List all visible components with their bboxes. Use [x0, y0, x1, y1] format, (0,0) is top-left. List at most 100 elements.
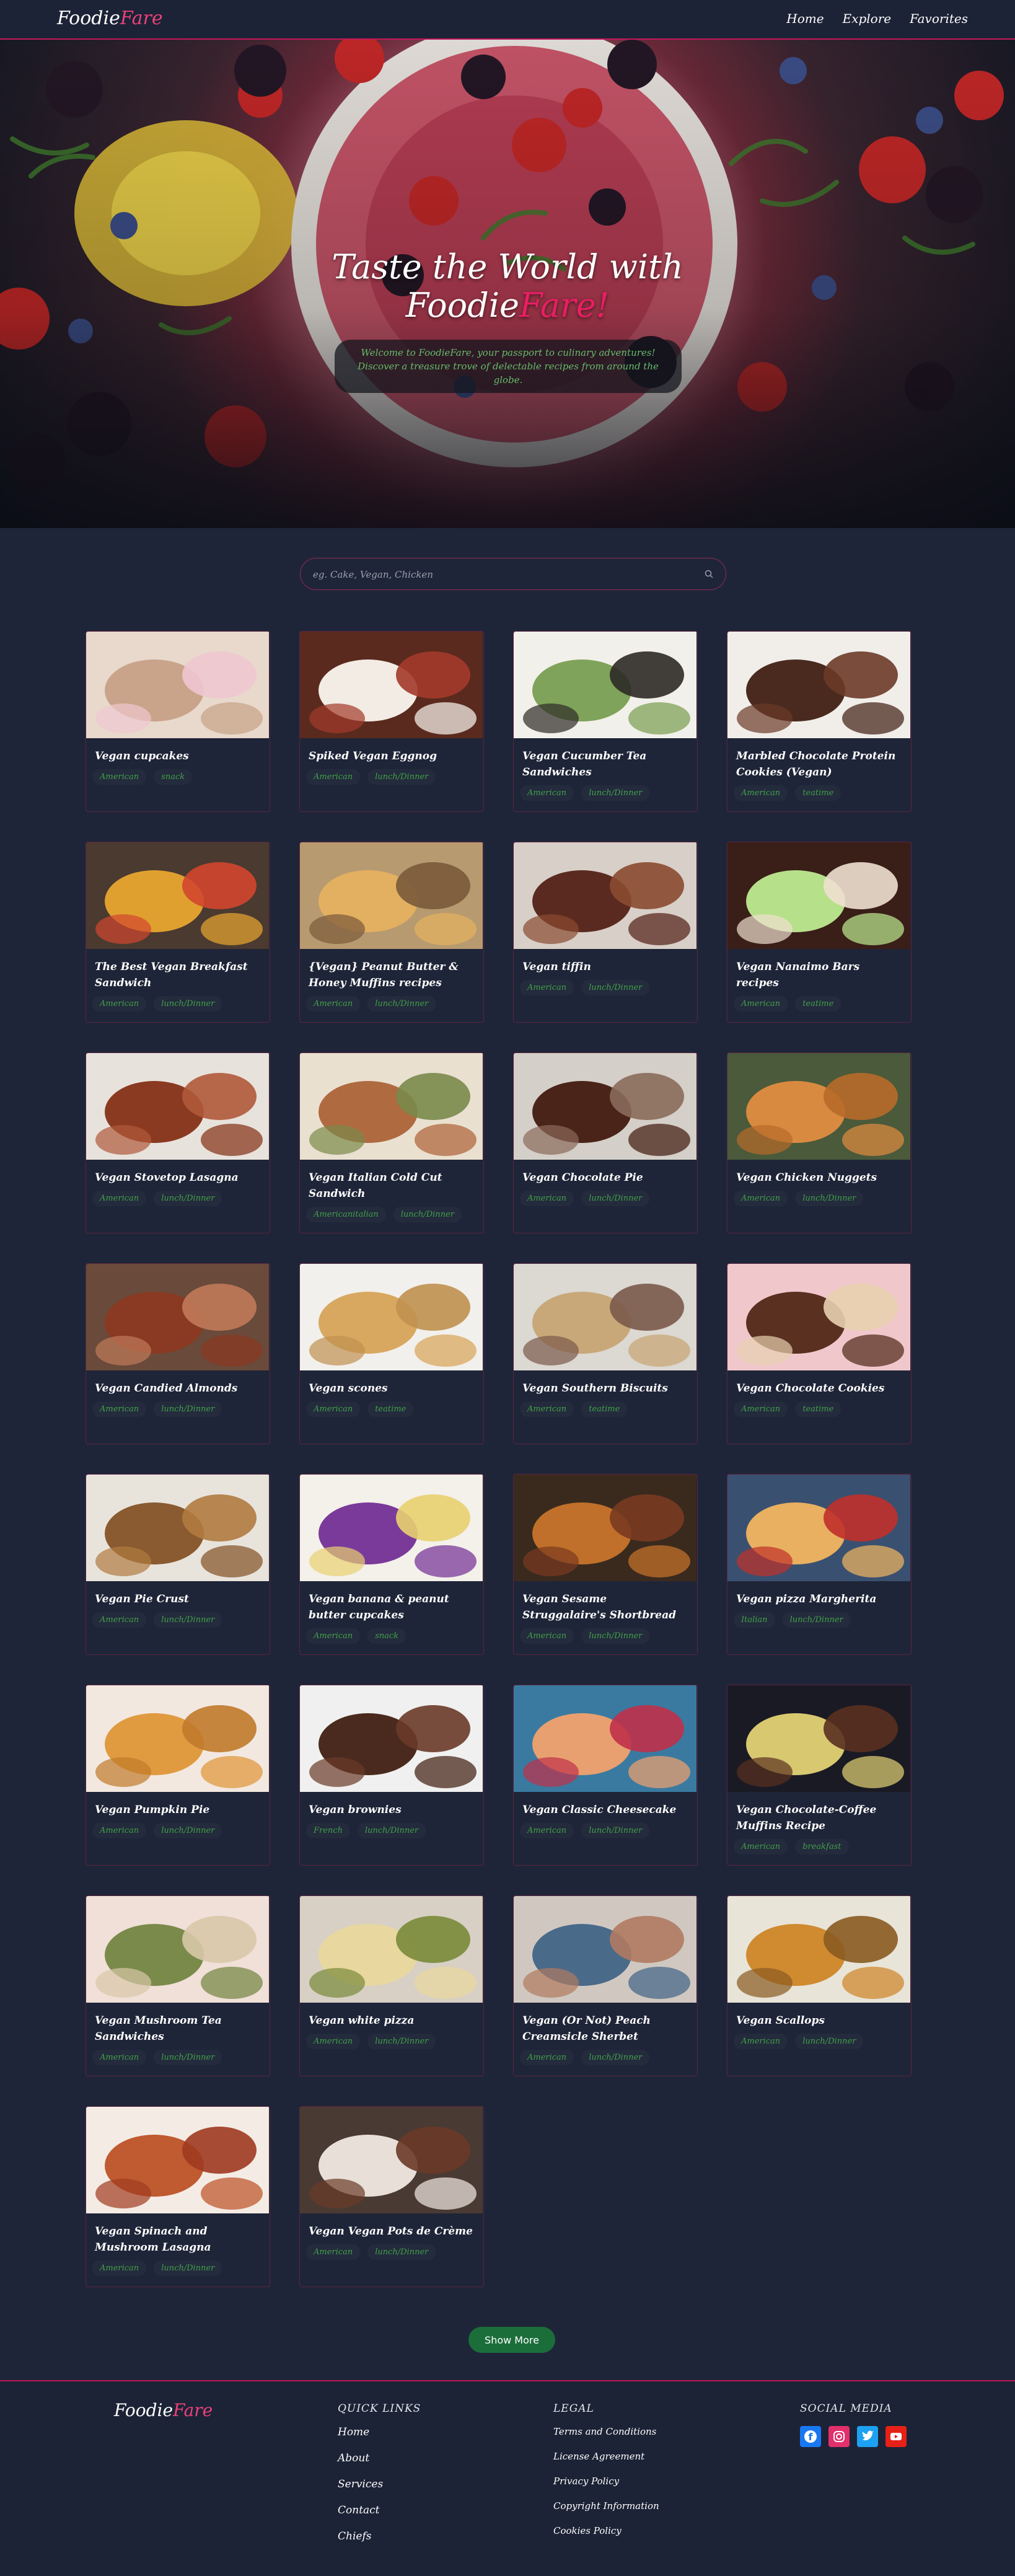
recipe-title[interactable]: Vegan Chicken Nuggets — [736, 1170, 902, 1186]
recipe-tag[interactable]: lunch/Dinner — [154, 1401, 222, 1417]
recipe-title[interactable]: Marbled Chocolate Protein Cookies (Vegan… — [736, 748, 902, 780]
recipe-tag[interactable]: American — [734, 1191, 788, 1206]
recipe-tag[interactable]: lunch/Dinner — [154, 1191, 222, 1206]
recipe-tag[interactable]: teatime — [795, 785, 841, 801]
recipe-title[interactable]: Vegan Sesame Struggalaire's Shortbread — [522, 1591, 688, 1623]
recipe-card[interactable]: Vegan Chicken Nuggets American lunch/Dinne… — [727, 1052, 912, 1233]
recipe-title[interactable]: Vegan Mushroom Tea Sandwiches — [95, 2013, 261, 2045]
recipe-card[interactable]: Vegan Classic Cheesecake American lunch/Di… — [513, 1685, 698, 1866]
search-input[interactable] — [313, 566, 685, 583]
footer-logo[interactable]: FoodieFare — [114, 2400, 213, 2420]
recipe-title[interactable]: Vegan brownies — [309, 1802, 475, 1818]
footer-link-terms[interactable]: Terms and Conditions — [553, 2426, 659, 2437]
recipe-photo[interactable] — [514, 1685, 696, 1792]
recipe-tag[interactable]: American — [520, 1401, 574, 1417]
recipe-tag[interactable]: French — [306, 1823, 350, 1838]
footer-link-services[interactable]: Services — [338, 2478, 421, 2490]
recipe-card[interactable]: Vegan cupcakes American snack — [86, 631, 270, 812]
recipe-photo[interactable] — [300, 1264, 483, 1370]
recipe-tag[interactable]: American — [520, 1823, 574, 1838]
recipe-tag[interactable]: Italian — [734, 1612, 775, 1628]
recipe-card[interactable]: Vegan Candied Almonds American lunch/Dinne… — [86, 1263, 270, 1444]
recipe-photo[interactable] — [300, 842, 483, 949]
recipe-photo[interactable] — [300, 1896, 483, 2003]
recipe-tag[interactable]: teatime — [581, 1401, 628, 1417]
recipe-title[interactable]: Vegan cupcakes — [95, 748, 261, 764]
footer-link-about[interactable]: About — [338, 2452, 421, 2464]
recipe-photo[interactable] — [300, 1685, 483, 1792]
footer-link-copyright[interactable]: Copyright Information — [553, 2500, 659, 2512]
recipe-tag[interactable]: lunch/Dinner — [795, 2034, 864, 2049]
recipe-title[interactable]: Vegan Vegan Pots de Crème — [309, 2223, 475, 2239]
recipe-tag[interactable]: lunch/Dinner — [154, 2261, 222, 2276]
recipe-title[interactable]: Vegan Chocolate Cookies — [736, 1380, 902, 1396]
recipe-title[interactable]: The Best Vegan Breakfast Sandwich — [95, 959, 261, 991]
recipe-tag[interactable]: American — [306, 1401, 361, 1417]
recipe-tag[interactable]: American — [306, 769, 361, 785]
recipe-card[interactable]: Marbled Chocolate Protein Cookies (Vegan… — [727, 631, 912, 812]
instagram-icon[interactable] — [828, 2426, 850, 2447]
recipe-card[interactable]: Vegan white pizza American lunch/Dinner — [299, 1895, 484, 2076]
recipe-photo[interactable] — [86, 1264, 269, 1370]
recipe-title[interactable]: Vegan Chocolate Pie — [522, 1170, 688, 1186]
recipe-card[interactable]: {Vegan} Peanut Butter & Honey Muffins re… — [299, 842, 484, 1023]
show-more-button[interactable]: Show More — [468, 2327, 555, 2353]
nav-link-explore[interactable]: Explore — [843, 11, 892, 26]
recipe-card[interactable]: Vegan (Or Not) Peach Creamsicle Sherbet A… — [513, 1895, 698, 2076]
recipe-photo[interactable] — [300, 1475, 483, 1581]
recipe-photo[interactable] — [727, 1896, 910, 2003]
recipe-title[interactable]: Spiked Vegan Eggnog — [309, 748, 475, 764]
recipe-photo[interactable] — [727, 1264, 910, 1370]
recipe-card[interactable]: Vegan banana & peanut butter cupcakes Ame… — [299, 1474, 484, 1655]
recipe-tag[interactable]: American — [306, 2034, 361, 2049]
recipe-title[interactable]: Vegan Spinach and Mushroom Lasagna — [95, 2223, 261, 2256]
recipe-tag[interactable]: American — [520, 1628, 574, 1644]
recipe-tag[interactable]: American — [520, 1191, 574, 1206]
recipe-title[interactable]: Vegan tiffin — [522, 959, 688, 975]
recipe-tag[interactable]: American — [92, 996, 147, 1012]
footer-link-chiefs[interactable]: Chiefs — [338, 2530, 421, 2543]
recipe-photo[interactable] — [300, 632, 483, 738]
recipe-card[interactable]: Vegan Vegan Pots de Crème American lunch/D… — [299, 2106, 484, 2287]
recipe-tag[interactable]: lunch/Dinner — [795, 1191, 864, 1206]
recipe-photo[interactable] — [727, 842, 910, 949]
recipe-photo[interactable] — [727, 632, 910, 738]
recipe-tag[interactable]: lunch/Dinner — [154, 1823, 222, 1838]
recipe-photo[interactable] — [86, 1053, 269, 1160]
recipe-tag[interactable]: American — [92, 2050, 147, 2065]
recipe-title[interactable]: Vegan banana & peanut butter cupcakes — [309, 1591, 475, 1623]
recipe-tag[interactable]: American — [734, 1839, 788, 1855]
facebook-icon[interactable]: f — [800, 2426, 821, 2447]
recipe-card[interactable]: Vegan brownies French lunch/Dinner — [299, 1685, 484, 1866]
recipe-card[interactable]: Vegan Mushroom Tea Sandwiches American lun… — [86, 1895, 270, 2076]
nav-link-home[interactable]: Home — [786, 11, 824, 26]
recipe-photo[interactable] — [86, 1475, 269, 1581]
recipe-tag[interactable]: American — [734, 785, 788, 801]
recipe-photo[interactable] — [514, 1475, 696, 1581]
recipe-tag[interactable]: lunch/Dinner — [581, 980, 650, 995]
footer-link-contact[interactable]: Contact — [338, 2504, 421, 2516]
recipe-tag[interactable]: lunch/Dinner — [154, 996, 222, 1012]
recipe-card[interactable]: Vegan Scallops American lunch/Dinner — [727, 1895, 912, 2076]
recipe-tag[interactable]: lunch/Dinner — [581, 2050, 650, 2065]
recipe-title[interactable]: Vegan Southern Biscuits — [522, 1380, 688, 1396]
recipe-card[interactable]: Vegan Spinach and Mushroom Lasagna Americ… — [86, 2106, 270, 2287]
recipe-tag[interactable]: breakfast — [795, 1839, 849, 1855]
recipe-tag[interactable]: lunch/Dinner — [782, 1612, 851, 1628]
recipe-tag[interactable]: snack — [154, 769, 193, 785]
recipe-tag[interactable]: American — [734, 1401, 788, 1417]
recipe-tag[interactable]: lunch/Dinner — [581, 1191, 650, 1206]
recipe-tag[interactable]: lunch/Dinner — [367, 996, 436, 1012]
recipe-tag[interactable]: American — [92, 1191, 147, 1206]
twitter-icon[interactable] — [857, 2426, 878, 2447]
recipe-tag[interactable]: lunch/Dinner — [393, 1207, 462, 1222]
recipe-tag[interactable]: lunch/Dinner — [154, 2050, 222, 2065]
recipe-photo[interactable] — [86, 2107, 269, 2213]
nav-link-favorites[interactable]: Favorites — [910, 11, 968, 26]
recipe-title[interactable]: Vegan scones — [309, 1380, 475, 1396]
recipe-title[interactable]: {Vegan} Peanut Butter & Honey Muffins re… — [309, 959, 475, 991]
recipe-tag[interactable]: American — [92, 1823, 147, 1838]
recipe-photo[interactable] — [727, 1053, 910, 1160]
recipe-title[interactable]: Vegan Scallops — [736, 2013, 902, 2029]
recipe-tag[interactable]: American — [520, 2050, 574, 2065]
